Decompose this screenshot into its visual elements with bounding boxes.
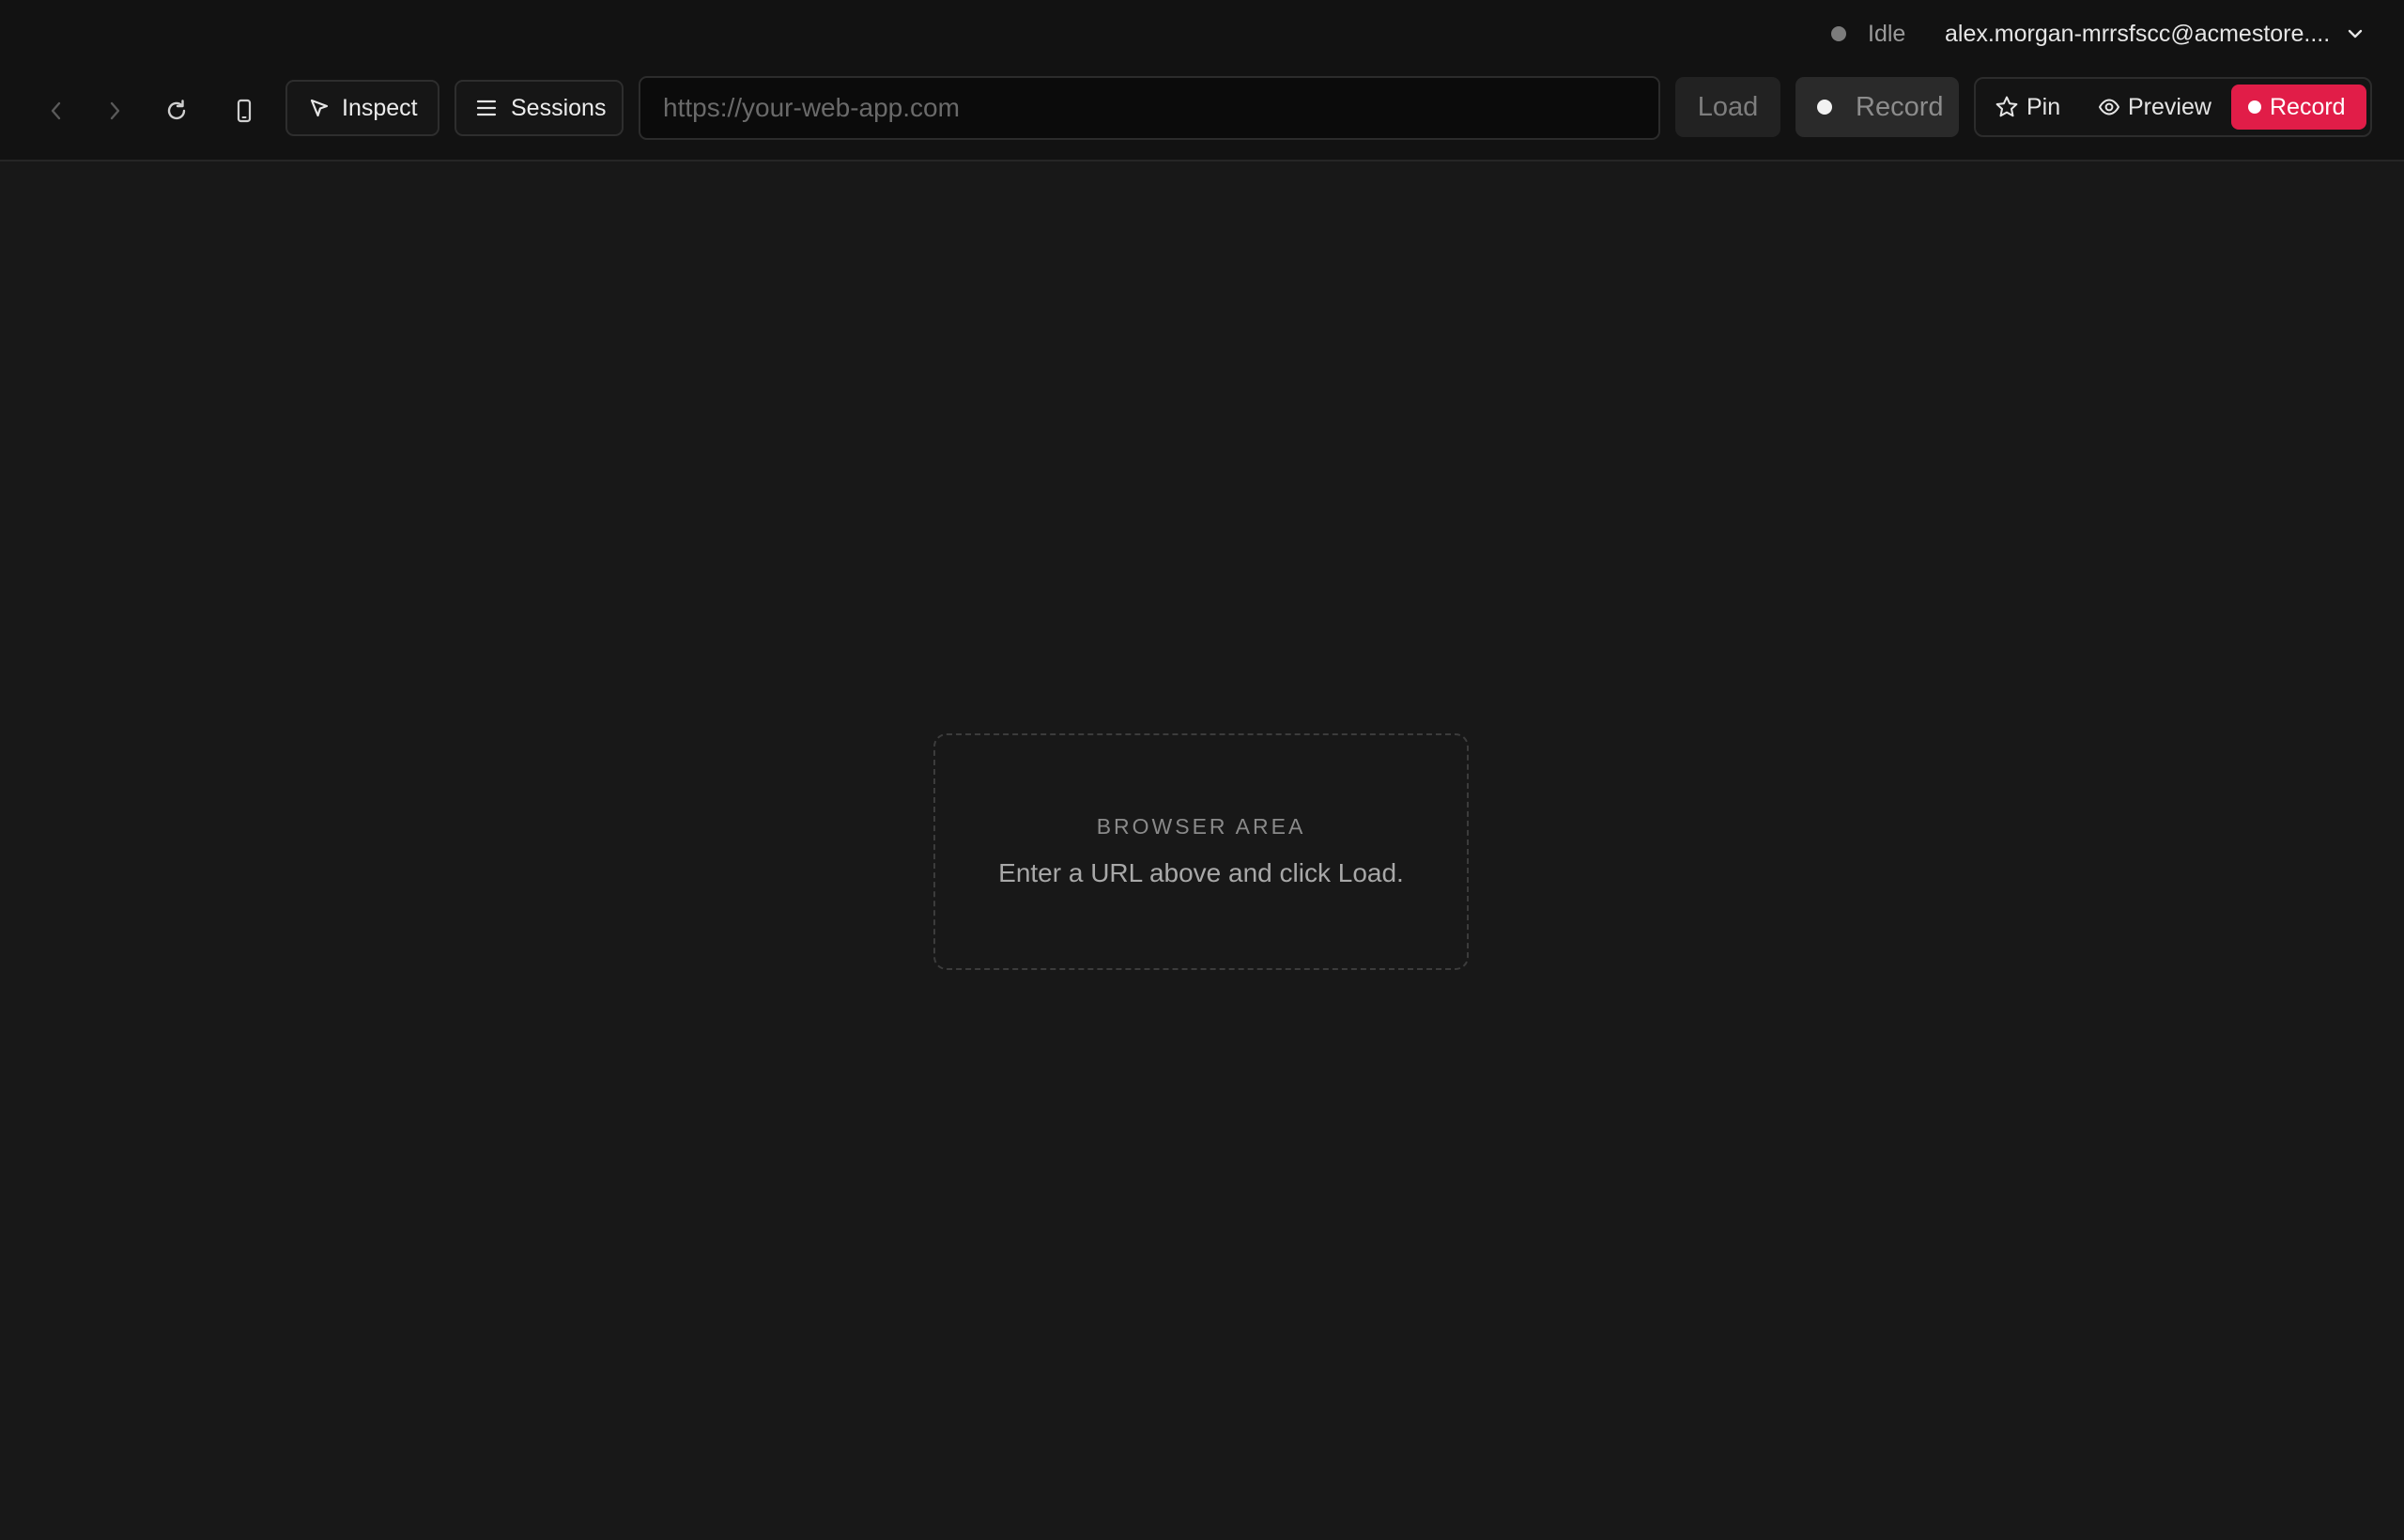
mobile-device-icon <box>237 99 252 123</box>
menu-lines-icon <box>475 97 498 119</box>
browser-viewport: BROWSER AREA Enter a URL above and click… <box>0 163 2404 1540</box>
chevron-left-icon <box>51 101 61 120</box>
star-icon <box>1996 96 2018 117</box>
pin-button[interactable]: Pin <box>1995 85 2060 130</box>
record-label: Record <box>2270 93 2346 120</box>
inspect-button[interactable]: Inspect <box>285 80 439 136</box>
forward-button[interactable] <box>96 92 133 130</box>
sessions-button[interactable]: Sessions <box>455 80 624 136</box>
device-toggle-button[interactable] <box>225 92 263 130</box>
back-button[interactable] <box>38 92 75 130</box>
chevron-down-icon <box>2349 29 2363 38</box>
load-label: Load <box>1697 91 1759 122</box>
chevron-right-icon <box>110 101 120 120</box>
preview-label: Preview <box>2128 93 2211 120</box>
inspect-label: Inspect <box>342 94 418 121</box>
status-label: Idle <box>1868 20 1906 47</box>
cursor-pointer-icon <box>308 97 331 119</box>
status-dot-icon <box>1831 26 1846 41</box>
browser-area-label: BROWSER AREA <box>1096 814 1306 839</box>
sessions-label: Sessions <box>511 94 607 121</box>
account-email: alex.morgan-mrrsfscc@acmestore.... <box>1945 20 2331 47</box>
preview-button[interactable]: Preview <box>2098 85 2211 130</box>
load-button[interactable]: Load <box>1675 77 1780 137</box>
record-button-secondary[interactable]: Record <box>1795 77 1959 137</box>
connection-status: Idle <box>1831 21 1905 47</box>
top-status-bar: Idle alex.morgan-mrrsfscc@acmestore.... <box>0 0 2404 68</box>
action-button-group: Pin Preview Record <box>1974 77 2372 137</box>
refresh-icon <box>167 100 186 120</box>
pin-label: Pin <box>2026 93 2061 120</box>
browser-placeholder: BROWSER AREA Enter a URL above and click… <box>933 733 1469 970</box>
record-dot-icon <box>2248 100 2261 114</box>
url-input[interactable] <box>639 76 1660 140</box>
reload-button[interactable] <box>158 92 195 130</box>
eye-icon <box>2099 99 2119 116</box>
record-label: Record <box>1856 91 1944 122</box>
account-menu[interactable]: alex.morgan-mrrsfscc@acmestore.... <box>1945 17 2364 51</box>
browser-area-hint: Enter a URL above and click Load. <box>998 858 1404 887</box>
record-dot-icon <box>1817 100 1832 115</box>
record-button[interactable]: Record <box>2231 85 2366 130</box>
browser-toolbar: Inspect Sessions Load Record Pin <box>0 68 2404 162</box>
